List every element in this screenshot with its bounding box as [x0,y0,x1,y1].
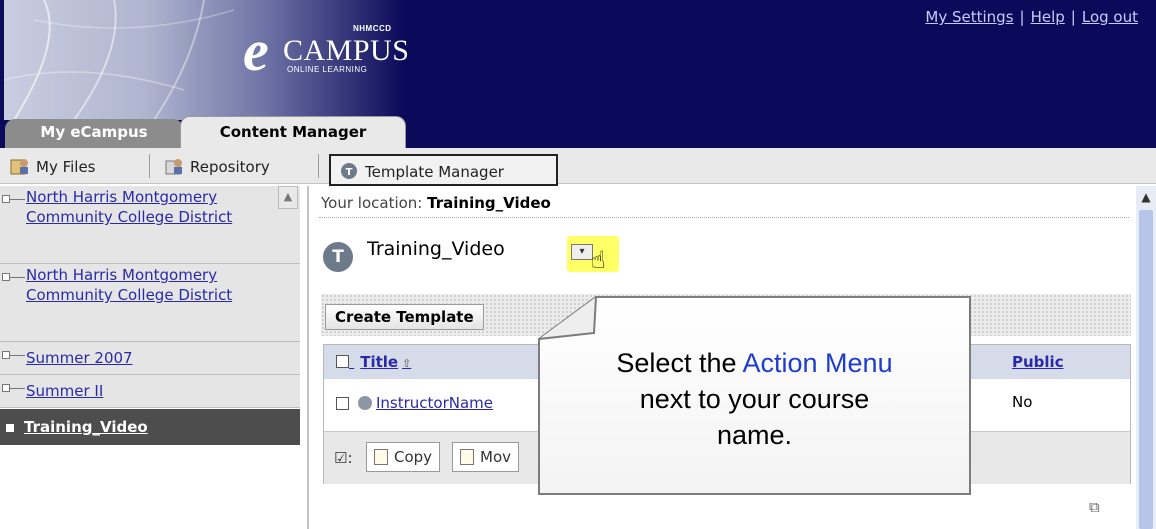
log-out-link[interactable]: Log out [1082,8,1138,26]
repository-label: Repository [190,158,270,176]
toolbar-divider [149,154,150,178]
scroll-up-arrow-icon[interactable]: ▲ [278,186,298,209]
tree-node-icon [2,273,10,281]
my-settings-link[interactable]: My Settings [925,8,1013,26]
sidebar-item-label: North Harris Montgomery Community Colleg… [26,188,233,226]
template-manager-button[interactable]: T Template Manager [329,154,558,186]
copy-icon [374,449,388,465]
link-separator: | [1070,8,1076,26]
template-manager-icon: T [341,163,357,179]
move-button[interactable]: Mov [452,442,519,472]
sidebar-item-label: Training_Video [24,418,148,436]
copy-page-icon[interactable]: ⧉ [1089,498,1107,516]
template-icon: T [323,242,353,272]
tutorial-callout: Select the Action Menu next to your cour… [536,295,973,497]
my-files-icon [10,159,28,175]
template-item-icon [358,396,372,410]
logo-sub-text: ONLINE LEARNING [287,65,368,74]
tree-node-icon [2,384,10,392]
page-title: T Training_Video [323,238,505,272]
sidebar-item-summer-ii[interactable]: Summer II [0,375,300,408]
template-manager-inner: T Template Manager [339,161,504,181]
sort-up-icon: ⇧ [402,357,412,370]
tree-connector [10,277,25,278]
logo-campus: CAMPUS [283,34,410,67]
callout-highlight: Action Menu [742,348,893,378]
tree-node-icon [2,351,10,359]
my-files-button[interactable]: My Files [10,156,96,176]
tab-my-ecampus[interactable]: My eCampus [5,119,183,148]
svg-text:T: T [346,167,353,178]
tab-content-manager[interactable]: Content Manager [180,116,406,148]
scroll-up-icon[interactable]: ▲ [1138,190,1154,206]
sidebar-item-training-video[interactable]: Training_Video [0,409,300,445]
page-title-text: Training_Video [367,238,505,260]
sidebar-item-label: Summer II [26,382,104,400]
tree-connector [10,199,25,200]
top-links: My Settings | Help | Log out [925,8,1138,26]
help-link[interactable]: Help [1031,8,1065,26]
title-column-label: Title [360,353,399,371]
breadcrumb: Your location: Training_Video [321,194,551,212]
hand-pointer-icon: ☝ [591,246,606,274]
tree-connector [10,355,25,356]
content-toolbar: My Files Repository [0,148,1156,184]
create-template-button[interactable]: Create Template [325,304,484,330]
public-value: No [1012,393,1033,411]
active-bullet-icon [6,424,14,432]
sidebar-item-summer-2007[interactable]: Summer 2007 [0,342,300,375]
template-title-link[interactable]: InstructorName [376,394,493,412]
sidebar-item-label: Summer 2007 [26,349,133,367]
chevron-down-icon: ▾ [571,244,593,260]
sidebar-item-district-2[interactable]: North Harris Montgomery Community Colleg… [0,264,300,342]
copy-button[interactable]: Copy [366,442,441,472]
title-column-header[interactable]: Title ⇧ [336,353,411,371]
move-label: Mov [480,448,511,466]
divider [319,217,1129,218]
sidebar-item-label: North Harris Montgomery Community Colleg… [26,266,233,304]
logo-e: e [243,18,269,83]
copy-label: Copy [394,448,433,466]
select-all-checkbox[interactable] [336,355,349,368]
tree-connector [10,388,25,389]
link-separator: | [1019,8,1025,26]
sidebar-item-district-1[interactable]: North Harris Montgomery Community Colleg… [0,186,300,264]
location-prefix: Your location: [321,194,423,212]
public-column-header[interactable]: Public [1012,353,1064,371]
tree-node-icon [2,195,10,203]
scroll-thumb[interactable] [1139,210,1153,529]
check-selected-icon[interactable]: ☑: [334,449,353,467]
repository-button[interactable]: Repository [164,156,270,176]
callout-text-after: next to your course name. [639,384,870,450]
move-icon [460,449,474,465]
location-value: Training_Video [427,194,551,212]
row-checkbox[interactable] [336,397,349,410]
action-menu-button[interactable]: ▾ ☝ [567,236,619,272]
my-files-label: My Files [36,158,96,176]
callout-text-before: Select the [616,348,743,378]
template-manager-label: Template Manager [365,163,504,181]
callout-text: Select the Action Menu next to your cour… [536,345,973,453]
repository-icon [165,159,182,175]
sidebar: North Harris Montgomery Community Colleg… [0,186,300,529]
logo-top-text: NHMCCD [353,24,392,33]
main-scrollbar[interactable]: ▲ [1136,186,1156,529]
toolbar-divider [318,154,319,178]
